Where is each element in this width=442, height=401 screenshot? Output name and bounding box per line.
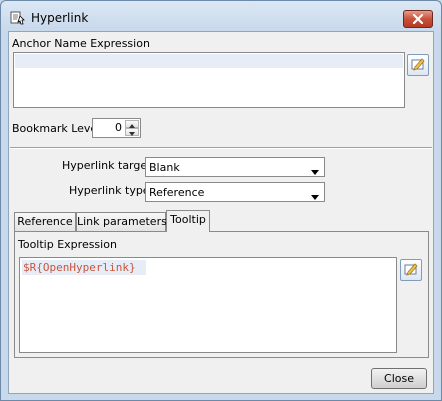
section-divider [10,147,432,149]
tooltip-expression-value: $R{OpenHyperlink} [22,260,146,275]
expression-editor-icon [403,261,419,280]
close-button[interactable]: Close [371,368,427,389]
chevron-down-icon [311,165,319,178]
dialog-content: Anchor Name Expression Bookmark Level 0 [8,31,434,394]
arrow-down-icon [129,126,135,139]
bookmark-level-value: 0 [115,121,122,134]
anchor-name-label: Anchor Name Expression [12,37,150,50]
expression-editor-icon [410,56,426,75]
hyperlink-type-select[interactable]: Reference [145,182,325,202]
current-line-highlight [15,54,403,68]
tooltip-tab-panel: Tooltip Expression $R{OpenHyperlink} [14,231,429,358]
close-icon [412,14,424,24]
tab-tooltip[interactable]: Tooltip [166,210,210,232]
anchor-expression-editor-button[interactable] [407,54,429,76]
bookmark-level-spinner[interactable]: 0 [92,118,141,138]
tooltip-expression-editor-button[interactable] [400,259,422,281]
spinner-buttons [125,120,139,136]
tab-link-parameters[interactable]: Link parameters [76,212,167,231]
chevron-down-icon [311,190,319,203]
tooltip-expression-label: Tooltip Expression [18,238,117,251]
title-bar[interactable]: Hyperlink [1,1,441,31]
close-button-label: Close [384,372,414,385]
window-title: Hyperlink [31,11,89,25]
hyperlink-type-label: Hyperlink type [69,184,150,197]
hyperlink-app-icon [10,10,26,26]
anchor-name-expression-field[interactable] [13,52,405,108]
hyperlink-target-value: Blank [149,161,180,174]
hyperlink-type-value: Reference [149,186,205,199]
hyperlink-target-select[interactable]: Blank [145,157,325,177]
bookmark-level-label: Bookmark Level [12,122,101,135]
tooltip-expression-field[interactable]: $R{OpenHyperlink} [19,257,397,353]
window-close-button[interactable] [403,10,433,28]
hyperlink-dialog: Hyperlink Anchor Name Expression Bookmar… [0,0,442,401]
spinner-down-button[interactable] [125,128,139,136]
tab-reference[interactable]: Reference [14,212,76,231]
hyperlink-target-label: Hyperlink target [62,159,152,172]
